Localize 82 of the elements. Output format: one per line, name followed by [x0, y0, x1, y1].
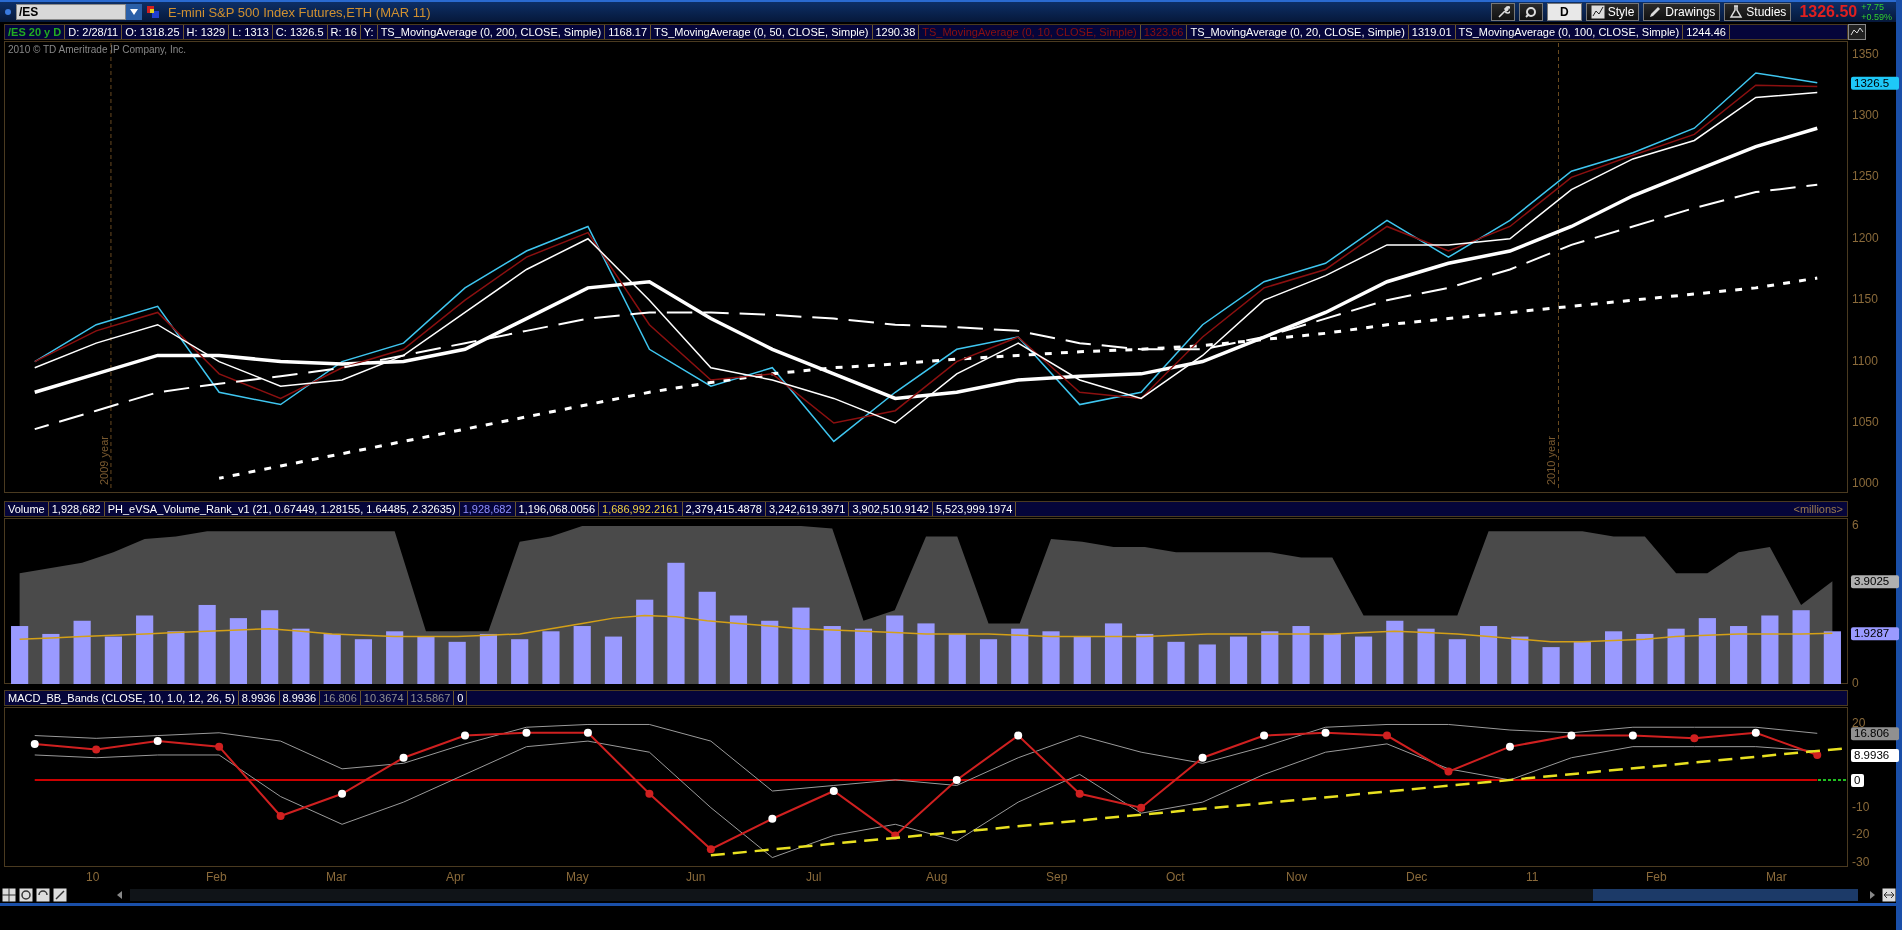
axis-label: -10	[1852, 799, 1870, 814]
drawings-button[interactable]: Drawings	[1643, 3, 1721, 21]
symbol-field[interactable]: /ES	[16, 4, 126, 20]
units-label: <millions>	[1792, 502, 1844, 516]
axis-label: Jun	[686, 869, 707, 885]
study-header-field: 1,196,068.0056	[515, 502, 600, 516]
study-header-field: TS_MovingAverage (0, 100, CLOSE, Simple)	[1455, 25, 1684, 39]
study-header-field: 3,242,619.3971	[765, 502, 850, 516]
study-header-field: 13.5867	[407, 691, 455, 705]
last-price: 1326.50	[1799, 3, 1858, 21]
price-change: +7.75	[1861, 2, 1885, 12]
axis-label: 1200	[1852, 230, 1879, 245]
study-header-field: C: 1326.5	[272, 25, 328, 39]
study-header-field: 1244.46	[1683, 25, 1730, 39]
instrument-title: E-mini S&P 500 Index Futures,ETH (MAR 11)	[168, 4, 431, 20]
study-header-field: 5,523,999.1974	[932, 502, 1017, 516]
axis-label: Mar	[326, 869, 348, 885]
study-header-field: 0	[454, 691, 468, 705]
value-badge: 3.9025	[1851, 575, 1899, 589]
study-header-field: 1319.01	[1408, 25, 1456, 39]
study-header-field: Y:	[360, 25, 378, 39]
axis-label: Oct	[1166, 869, 1186, 885]
study-header-field: 10.3674	[360, 691, 408, 705]
year-label: 2010 year	[1545, 436, 1558, 485]
value-badge: 1326.5	[1851, 76, 1899, 90]
study-header-field: TS_MovingAverage (0, 10, CLOSE, Simple)	[919, 25, 1141, 39]
study-header-field: MACD_BB_Bands (CLOSE, 10, 1.0, 12, 26, 5)	[5, 691, 239, 705]
axis-label: Mar	[1766, 869, 1788, 885]
study-header-field: 2,379,415.4878	[682, 502, 766, 516]
axis-label: 1000	[1852, 476, 1879, 491]
copyright-text: 2010 © TD Ameritrade IP Company, Inc.	[8, 44, 186, 55]
study-header-field: 1,928,682	[459, 502, 516, 516]
axis-label: Feb	[1646, 869, 1668, 885]
axis-label: Apr	[446, 869, 466, 885]
percent-change: +0.59%	[1861, 12, 1892, 22]
axis-label: 1150	[1852, 292, 1878, 307]
study-header-field: 8.9936	[279, 691, 321, 705]
axis-label: Feb	[206, 869, 228, 885]
year-label: 2009 year	[97, 436, 110, 485]
study-header-field: 8.9936	[238, 691, 280, 705]
study-header-field: 1,686,992.2161	[599, 502, 683, 516]
study-header-field: TS_MovingAverage (0, 20, CLOSE, Simple)	[1187, 25, 1409, 39]
value-badge: 16.806	[1851, 727, 1899, 741]
study-header-field: 1,928,682	[48, 502, 105, 516]
study-header-field: D: 2/28/11	[65, 25, 123, 39]
study-header-field: 1323.66	[1140, 25, 1188, 39]
axis-label: 1300	[1852, 107, 1879, 122]
axis-label: 6	[1852, 517, 1859, 532]
axis-label: 10	[86, 869, 101, 885]
study-header-field: 3,902,510.9142	[849, 502, 933, 516]
axis-label: 11	[1526, 869, 1540, 885]
study-header-field: Volume	[5, 502, 49, 516]
study-header-field: 16.806	[320, 691, 361, 705]
study-header-field: L: 1313	[229, 25, 273, 39]
axis-label: 1100	[1852, 353, 1878, 368]
axis-label: 1350	[1852, 46, 1879, 61]
axis-label: -20	[1852, 827, 1870, 842]
study-header-field: TS_MovingAverage (0, 50, CLOSE, Simple)	[651, 25, 873, 39]
study-header-field: PH_eVSA_Volume_Rank_v1 (21, 0.67449, 1.28155, 1.64485, 2.32635)	[104, 502, 460, 516]
axis-label: Jul	[806, 869, 823, 885]
studies-button[interactable]: Studies	[1724, 3, 1792, 21]
axis-label: Nov	[1286, 869, 1309, 885]
study-header-field: TS_MovingAverage (0, 200, CLOSE, Simple)	[377, 25, 606, 39]
axis-label: 1250	[1852, 169, 1879, 184]
value-badge: 0	[1851, 773, 1864, 787]
style-button[interactable]: Style	[1585, 3, 1640, 21]
value-badge: 1.9287	[1851, 627, 1899, 641]
study-header-field: 1290.38	[872, 25, 920, 39]
axis-label: 1050	[1852, 415, 1879, 429]
study-header-field: 1168.17	[605, 25, 652, 39]
axis-label: May	[566, 869, 590, 885]
study-header-field: R: 16	[327, 25, 361, 39]
study-header-field: O: 1318.25	[122, 25, 184, 39]
period-button[interactable]: D	[1546, 3, 1582, 21]
study-header-field: H: 1329	[183, 25, 230, 39]
axis-label: Dec	[1406, 869, 1429, 885]
study-header-field: /ES 20 y D	[5, 25, 66, 39]
axis-label: Sep	[1046, 869, 1069, 885]
axis-label: Aug	[926, 869, 949, 885]
axis-label: -30	[1852, 855, 1870, 870]
axis-label: 0	[1852, 676, 1859, 690]
value-badge: 8.9936	[1851, 748, 1899, 762]
